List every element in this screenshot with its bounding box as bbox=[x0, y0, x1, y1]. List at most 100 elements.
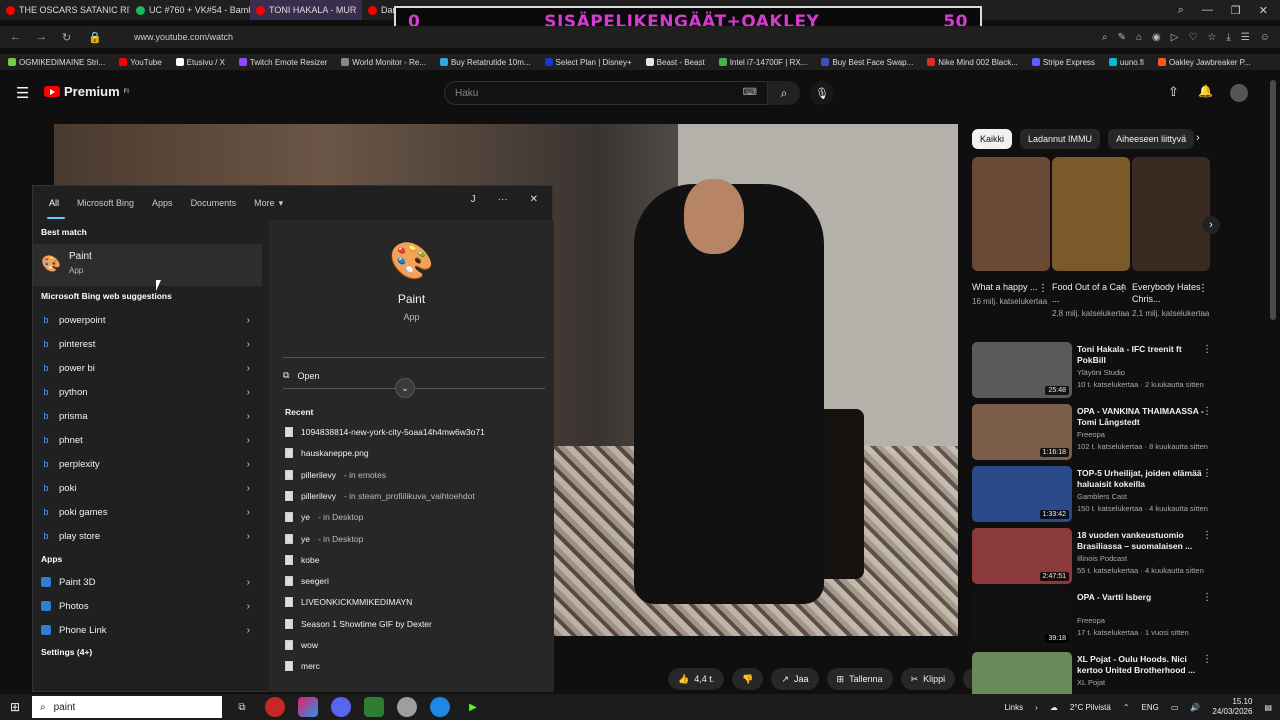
video-channel[interactable]: Freeopa bbox=[1077, 616, 1105, 625]
video-title[interactable]: Toni Hakala - IFC treenit ft PokBill bbox=[1077, 344, 1205, 366]
recent-file[interactable]: seegeri bbox=[285, 573, 329, 589]
more-chevron-icon[interactable]: ▾ bbox=[279, 198, 284, 209]
bing-suggestion[interactable]: b poki › bbox=[33, 476, 262, 500]
keyboard-lang[interactable]: ENG bbox=[1142, 703, 1159, 712]
video-more-icon[interactable]: ⋮ bbox=[1202, 344, 1212, 355]
video-thumbnail[interactable]: 39:18 bbox=[972, 590, 1072, 646]
search-input[interactable]: Haku ⌨ bbox=[444, 81, 768, 105]
url-field[interactable]: www.youtube.com/watch bbox=[134, 32, 233, 42]
chevron-right-icon[interactable]: › bbox=[247, 483, 250, 494]
shield-icon[interactable]: ◉ bbox=[1152, 32, 1161, 43]
video-thumbnail[interactable]: 1:16:18 bbox=[972, 404, 1072, 460]
chevron-right-icon[interactable]: › bbox=[247, 577, 250, 588]
browser-tab[interactable]: UC #760 + VK#54 - Bamb bbox=[130, 0, 250, 20]
bookmark-item[interactable]: Buy Retatrutide 10m... bbox=[439, 58, 531, 67]
edge-icon[interactable] bbox=[430, 697, 450, 717]
search-tabs-icon[interactable]: ⌕ bbox=[1178, 4, 1184, 17]
notification-center-icon[interactable]: ▤ bbox=[1264, 703, 1272, 712]
search-tab[interactable]: Documents bbox=[191, 198, 237, 208]
video-more-icon[interactable]: ⋮ bbox=[1202, 530, 1212, 541]
short-thumbnail[interactable] bbox=[1052, 157, 1130, 271]
kick-icon[interactable]: ▶ bbox=[463, 697, 483, 717]
show-hidden-icon[interactable]: ⌃ bbox=[1123, 703, 1130, 712]
keyboard-icon[interactable]: ⌨ bbox=[743, 87, 757, 98]
short-item[interactable]: What a happy ... 16 milj. katselukertaa ⋮ bbox=[972, 157, 1050, 306]
notifications-icon[interactable]: 🔔 bbox=[1198, 84, 1213, 98]
bing-suggestion[interactable]: b prisma › bbox=[33, 404, 262, 428]
spotify-icon[interactable] bbox=[364, 697, 384, 717]
recent-file[interactable]: 1094838814-new-york-city-5oaa14h4mw6w3o7… bbox=[285, 424, 485, 440]
back-icon[interactable]: ← bbox=[10, 31, 26, 43]
forward-icon[interactable]: → bbox=[36, 31, 52, 43]
open-action[interactable]: ⧉ Open bbox=[283, 357, 545, 381]
bookmark-item[interactable]: Nike Mind 002 Black... bbox=[927, 58, 1018, 67]
best-match-paint[interactable]: 🎨 Paint App bbox=[33, 244, 262, 286]
bing-suggestion[interactable]: b python › bbox=[33, 380, 262, 404]
video-title[interactable]: 18 vuoden vankeustuomio Brasiliassa – su… bbox=[1077, 530, 1205, 552]
chevron-right-icon[interactable]: › bbox=[247, 507, 250, 518]
search-tab[interactable]: More bbox=[254, 198, 275, 208]
youtube-logo[interactable]: Premium FI bbox=[44, 84, 129, 99]
bookmark-item[interactable]: uuno.fi bbox=[1108, 58, 1144, 67]
search-tab[interactable]: Microsoft Bing bbox=[77, 198, 134, 208]
clock[interactable]: 15.10 24/03/2026 bbox=[1212, 697, 1252, 717]
site-info-icon[interactable]: 🔒 bbox=[88, 31, 104, 44]
bookmark-item[interactable]: Intel i7-14700F | RX... bbox=[718, 58, 807, 67]
bookmark-item[interactable]: Oakley Jawbreaker P... bbox=[1157, 58, 1251, 67]
chevron-right-icon[interactable]: › bbox=[247, 435, 250, 446]
search-button[interactable]: ⌕ bbox=[768, 81, 800, 105]
bing-suggestion[interactable]: b power bi › bbox=[33, 356, 262, 380]
profile-icon[interactable]: ☺ bbox=[1260, 32, 1270, 43]
chevron-right-icon[interactable]: › bbox=[247, 625, 250, 636]
voice-search-button[interactable]: 🎙 bbox=[810, 81, 834, 105]
recent-file[interactable]: wow bbox=[285, 637, 318, 653]
filter-chip[interactable]: Aiheeseen liittyvä bbox=[1108, 129, 1195, 149]
bookmark-item[interactable]: OGMIKEDIMAINE Stri... bbox=[8, 58, 105, 67]
recent-file[interactable]: pillerilevy - in steam_profiilikuva_vaih… bbox=[285, 488, 475, 504]
recent-file[interactable]: kobe bbox=[285, 552, 319, 568]
app-result[interactable]: Paint 3D › bbox=[33, 570, 262, 594]
expand-chevron-icon[interactable]: ⌄ bbox=[395, 378, 415, 398]
media-icon[interactable]: ▷ bbox=[1171, 32, 1179, 43]
minimize-icon[interactable]: — bbox=[1202, 4, 1213, 16]
filter-chip[interactable]: Kaikki bbox=[972, 129, 1013, 149]
steam-icon[interactable] bbox=[397, 697, 417, 717]
network-icon[interactable]: ▭ bbox=[1171, 703, 1179, 712]
video-channel[interactable]: Freeopa bbox=[1077, 430, 1105, 439]
video-channel[interactable]: Illinois Podcast bbox=[1077, 554, 1127, 563]
thumbs-up-button[interactable]: 👍 4,4 t. bbox=[668, 668, 725, 690]
bookmark-item[interactable]: Beast - Beast bbox=[645, 58, 705, 67]
bing-suggestion[interactable]: b powerpoint › bbox=[33, 308, 262, 332]
short-thumbnail[interactable] bbox=[972, 157, 1050, 271]
video-thumbnail[interactable]: 25:48 bbox=[972, 342, 1072, 398]
short-item[interactable]: Food Out of a Can ... 2,8 milj. katseluke… bbox=[1052, 157, 1130, 318]
hamburger-menu-icon[interactable]: ☰ bbox=[16, 84, 29, 102]
bookmark-icon[interactable]: ☆ bbox=[1207, 32, 1216, 43]
clip-button[interactable]: ✂ Klippi bbox=[900, 668, 956, 690]
close-icon[interactable]: ✕ bbox=[1259, 4, 1268, 17]
bookmark-item[interactable]: Stripe Express bbox=[1031, 58, 1095, 67]
bookmark-item[interactable]: Buy Best Face Swap... bbox=[821, 58, 913, 67]
profile-initial[interactable]: J bbox=[471, 194, 476, 205]
bookmark-item[interactable]: World Monitor - Re... bbox=[341, 58, 426, 67]
home-icon[interactable]: ⌂ bbox=[1136, 32, 1142, 43]
bookmark-item[interactable]: Select Plan | Disney+ bbox=[544, 58, 632, 67]
short-more-icon[interactable]: ⋮ bbox=[1198, 283, 1208, 294]
video-thumbnail[interactable]: 2:47:51 bbox=[972, 528, 1072, 584]
reload-icon[interactable]: ↻ bbox=[62, 31, 78, 44]
weather-label[interactable]: 2°C Pilvistä bbox=[1070, 703, 1111, 712]
thumbs-down-button[interactable]: 👎 bbox=[732, 668, 764, 690]
filter-chip[interactable]: Ladannut IMMU bbox=[1020, 129, 1101, 149]
close-panel-icon[interactable]: ✕ bbox=[530, 194, 538, 205]
maximize-icon[interactable]: ❐ bbox=[1231, 4, 1241, 17]
settings-label[interactable]: Settings (4+) bbox=[41, 647, 92, 657]
video-channel[interactable]: Yläyöni Studio bbox=[1077, 368, 1125, 377]
bookmark-item[interactable]: YouTube bbox=[119, 58, 162, 67]
browser-tab[interactable]: TONI HAKALA - MUR bbox=[250, 0, 362, 20]
video-title[interactable]: OPA - Vartti Isberg bbox=[1077, 592, 1205, 603]
discord-icon[interactable] bbox=[331, 697, 351, 717]
short-more-icon[interactable]: ⋮ bbox=[1038, 283, 1048, 294]
more-options-icon[interactable]: ··· bbox=[498, 194, 508, 205]
bing-suggestion[interactable]: b phnet › bbox=[33, 428, 262, 452]
upload-icon[interactable]: ⇧ bbox=[1168, 84, 1179, 100]
